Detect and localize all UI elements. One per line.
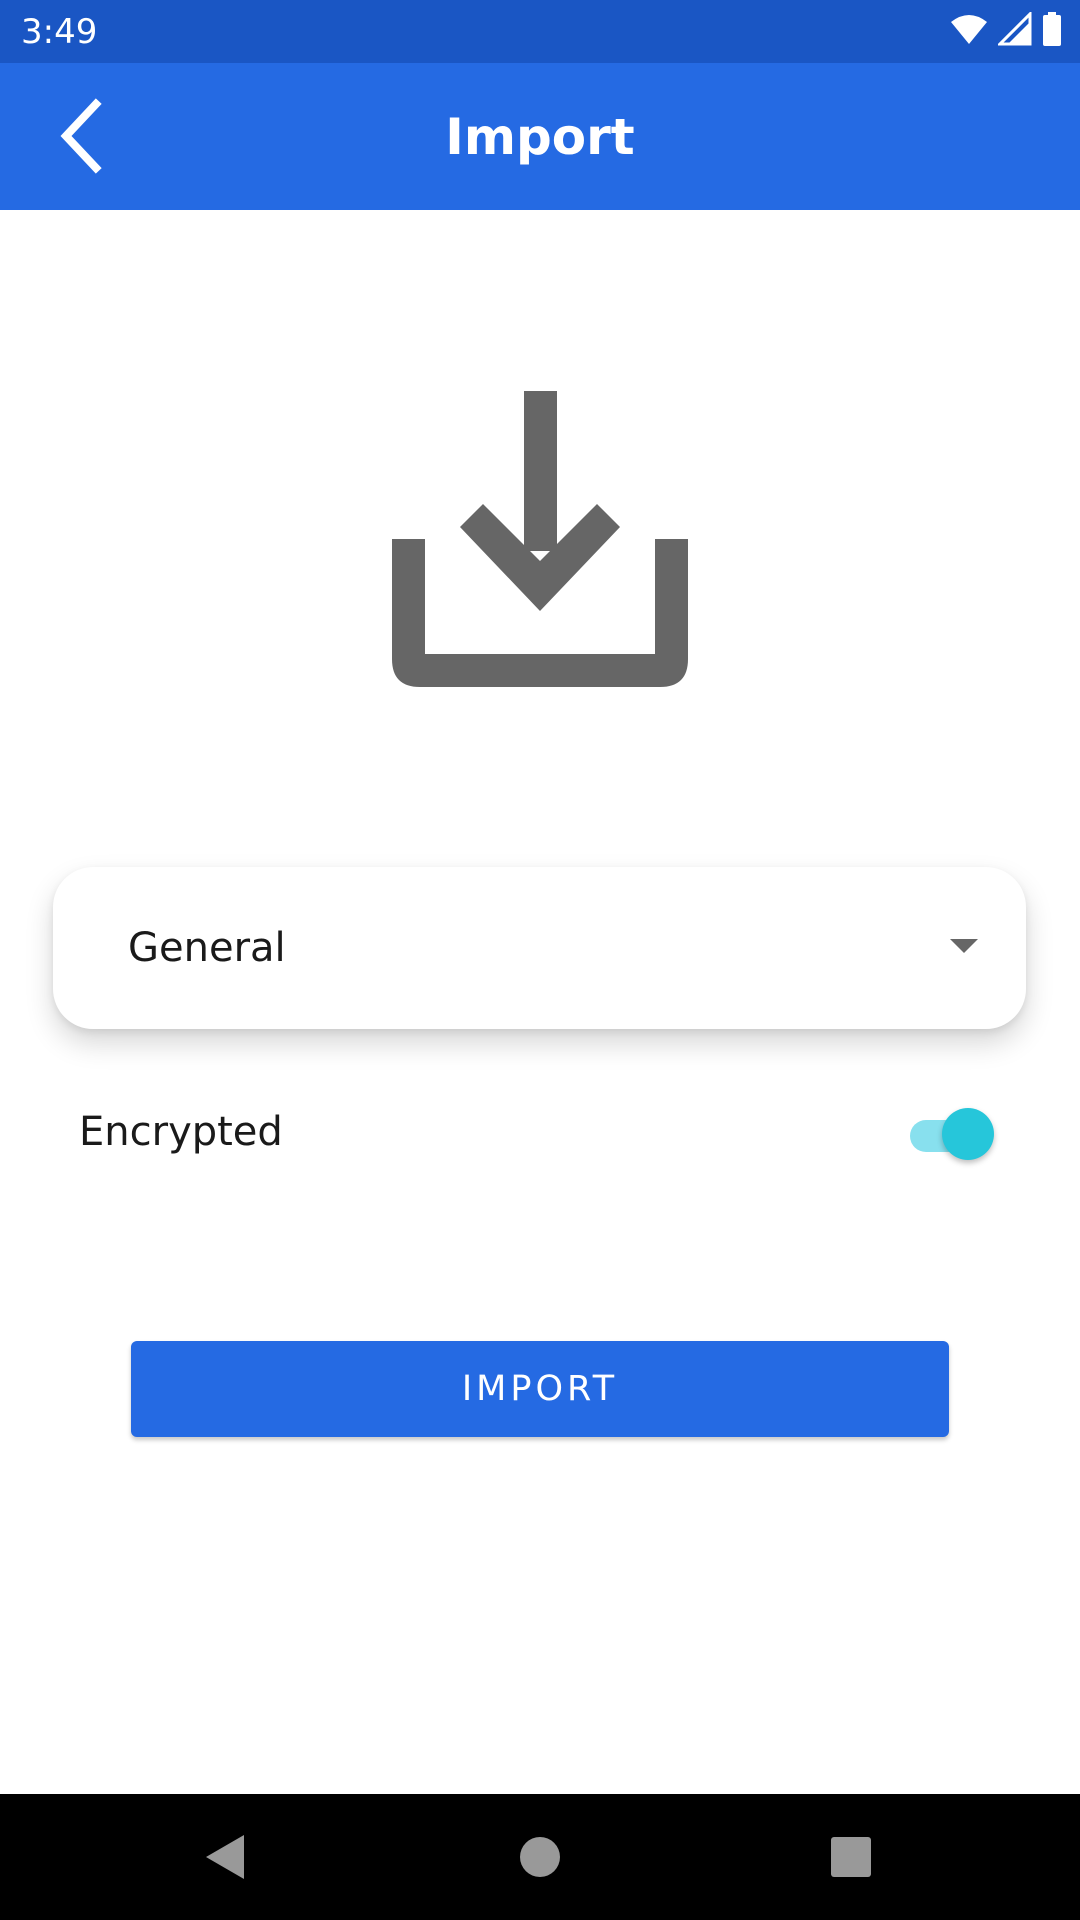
- wifi-icon: [950, 13, 988, 50]
- signal-icon: [996, 9, 1032, 51]
- status-bar: 3:49: [0, 0, 1080, 63]
- nav-back-button[interactable]: [196, 1827, 256, 1887]
- encrypted-label: Encrypted: [79, 1109, 283, 1155]
- caret-down-icon: [950, 939, 978, 953]
- download-tray-icon: [392, 391, 688, 687]
- import-button[interactable]: IMPORT: [131, 1341, 949, 1437]
- status-time: 3:49: [21, 12, 98, 52]
- back-triangle-icon: [206, 1835, 244, 1879]
- app-bar: Import: [0, 63, 1080, 210]
- category-dropdown[interactable]: General: [53, 867, 1026, 1029]
- nav-home-button[interactable]: [510, 1827, 570, 1887]
- recents-square-icon: [831, 1837, 871, 1877]
- toggle-thumb: [942, 1108, 994, 1160]
- page-title: Import: [445, 108, 635, 166]
- dropdown-selected-value: General: [128, 925, 286, 971]
- battery-icon: [1042, 11, 1062, 51]
- nav-recents-button[interactable]: [821, 1827, 881, 1887]
- encrypted-toggle[interactable]: [908, 1106, 994, 1162]
- home-circle-icon: [520, 1837, 560, 1877]
- status-icons: [950, 9, 1062, 51]
- system-nav-bar: [0, 1794, 1080, 1920]
